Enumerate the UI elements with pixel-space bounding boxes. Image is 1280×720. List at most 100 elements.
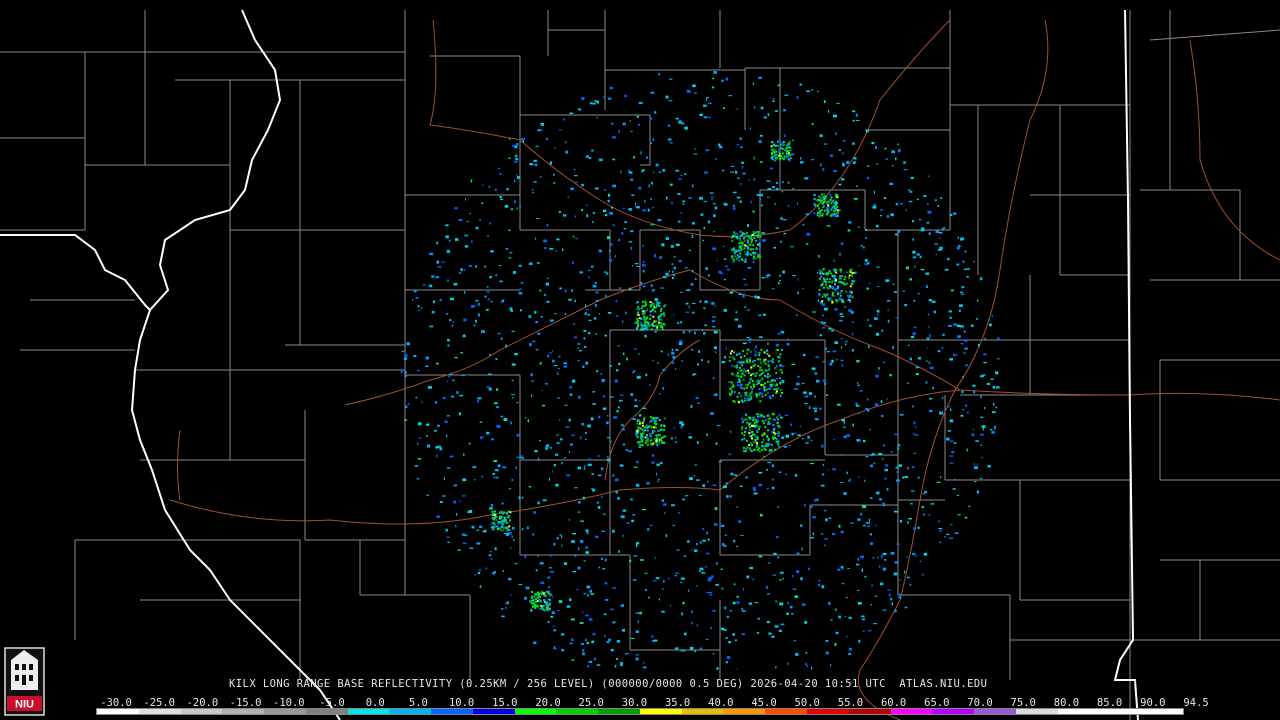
echo-pixel (743, 360, 745, 364)
echo-pixel (741, 166, 744, 169)
echo-pixel (995, 406, 998, 409)
echo-pixel (748, 434, 751, 437)
echo-pixel (726, 495, 729, 498)
echo-pixel (588, 269, 591, 272)
echo-pixel (964, 516, 968, 519)
echo-pixel (834, 643, 837, 646)
echo-pixel (840, 289, 843, 292)
echo-pixel (983, 353, 987, 356)
echo-pixel (508, 257, 512, 259)
echo-pixel (671, 276, 674, 280)
echo-pixel (729, 352, 732, 355)
echo-pixel (675, 368, 677, 370)
echo-pixel (653, 171, 655, 174)
echo-pixel (756, 436, 759, 439)
echo-pixel (655, 434, 658, 437)
echo-pixel (496, 406, 499, 408)
echo-pixel (654, 298, 658, 301)
echo-pixel (786, 154, 789, 157)
echo-pixel (845, 340, 848, 343)
echo-pixel (552, 182, 556, 184)
echo-pixel (731, 240, 734, 243)
echo-pixel (551, 611, 555, 614)
echo-pixel (508, 488, 512, 490)
echo-pixel (838, 149, 841, 151)
echo-pixel (730, 364, 733, 367)
echo-pixel (564, 312, 567, 316)
echo-pixel (733, 474, 738, 476)
echo-pixel (707, 538, 710, 541)
echo-pixel (675, 647, 679, 650)
echo-pixel (802, 438, 804, 440)
echo-pixel (917, 476, 920, 479)
echo-pixel (732, 400, 735, 402)
echo-pixel (580, 540, 584, 543)
echo-pixel (672, 274, 675, 276)
echo-pixel (738, 259, 740, 262)
echo-pixel (866, 129, 869, 133)
echo-pixel (638, 400, 641, 402)
echo-pixel (812, 311, 816, 313)
echo-pixel (825, 283, 828, 286)
echo-pixel (987, 319, 991, 321)
echo-pixel (725, 661, 728, 664)
echo-pixel (539, 608, 542, 610)
echo-pixel (813, 198, 816, 201)
echo-pixel (694, 331, 696, 335)
echo-pixel (638, 308, 641, 311)
colorbar-swatch (765, 709, 808, 714)
echo-pixel (743, 355, 746, 357)
echo-pixel (479, 219, 481, 221)
echo-pixel (558, 211, 561, 213)
echo-pixel (763, 386, 766, 388)
echo-pixel (719, 272, 724, 275)
echo-pixel (643, 419, 646, 422)
echo-pixel (894, 157, 897, 161)
echo-pixel (652, 359, 654, 362)
echo-pixel (578, 547, 580, 551)
echo-pixel (831, 359, 834, 363)
echo-pixel (586, 642, 589, 644)
echo-pixel (778, 154, 781, 157)
echo-pixel (658, 318, 661, 321)
echo-pixel (612, 184, 617, 188)
echo-pixel (973, 463, 975, 466)
echo-pixel (712, 484, 717, 487)
colorbar-swatch (807, 709, 849, 714)
echo-pixel (776, 384, 778, 387)
echo-pixel (567, 196, 569, 199)
colorbar-swatch (389, 709, 432, 714)
echo-pixel (654, 310, 657, 313)
echo-pixel (618, 399, 623, 402)
echo-pixel (903, 570, 906, 574)
echo-pixel (875, 332, 880, 336)
echo-pixel (501, 615, 505, 618)
echo-pixel (906, 556, 908, 558)
echo-pixel (470, 179, 473, 183)
echo-pixel (508, 525, 511, 528)
echo-pixel (954, 532, 959, 534)
echo-pixel (485, 309, 489, 311)
echo-pixel (630, 498, 633, 501)
echo-pixel (756, 380, 758, 383)
echo-pixel (531, 591, 533, 593)
echo-pixel (668, 270, 670, 273)
echo-pixel (749, 422, 752, 425)
echo-pixel (573, 323, 576, 325)
echo-pixel (643, 417, 646, 420)
echo-pixel (738, 369, 741, 372)
echo-pixel (458, 219, 463, 222)
echo-pixel (972, 428, 974, 431)
echo-pixel (860, 555, 864, 559)
echo-pixel (559, 287, 562, 290)
echo-pixel (581, 97, 585, 100)
echo-pixel (760, 361, 763, 364)
echo-pixel (750, 248, 752, 251)
echo-pixel (607, 312, 612, 314)
echo-pixel (837, 403, 841, 406)
echo-pixel (677, 322, 680, 325)
echo-pixel (739, 485, 743, 488)
echo-pixel (584, 346, 587, 348)
echo-pixel (592, 220, 594, 224)
echo-pixel (771, 635, 775, 638)
